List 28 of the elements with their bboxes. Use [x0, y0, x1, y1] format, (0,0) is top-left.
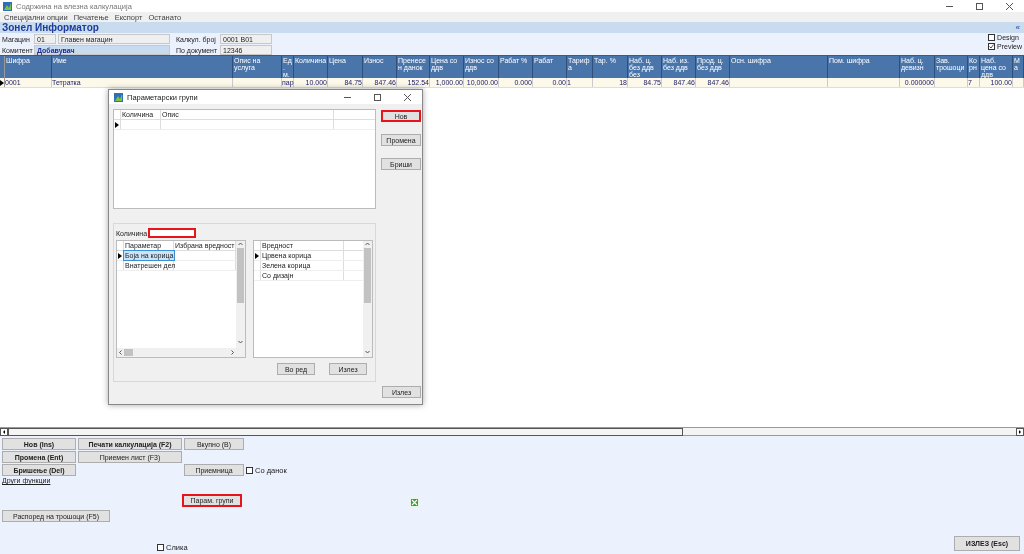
- scrollbar-thumb[interactable]: [237, 248, 244, 303]
- scrollbar-thumb[interactable]: [124, 349, 133, 356]
- app-title: Зонел Информатор: [2, 22, 99, 33]
- maximize-icon[interactable]: [373, 93, 381, 101]
- scroll-left-icon[interactable]: [0, 427, 8, 436]
- checkbox[interactable]: [246, 466, 253, 474]
- collapse-toggle[interactable]: «: [1015, 23, 1020, 32]
- maximize-icon[interactable]: [975, 2, 983, 10]
- row-pointer-icon: [118, 252, 122, 259]
- scroll-right-icon[interactable]: [1016, 427, 1024, 436]
- app-logo-icon: [3, 1, 12, 11]
- row-pointer-icon: [255, 252, 259, 259]
- scrollbar-thumb[interactable]: [8, 427, 683, 436]
- scrollbar-thumb[interactable]: [364, 248, 371, 303]
- row-pointer-icon: [0, 79, 4, 86]
- scroll-right-icon[interactable]: [229, 349, 236, 356]
- quantity-field[interactable]: [148, 228, 197, 238]
- app-logo-icon: [114, 92, 123, 102]
- scroll-left-icon[interactable]: [117, 349, 124, 356]
- checkbox[interactable]: [988, 43, 996, 50]
- minimize-icon[interactable]: [343, 96, 351, 98]
- checkbox[interactable]: [157, 544, 164, 551]
- minimize-icon[interactable]: [945, 5, 953, 7]
- row-pointer-icon: [115, 121, 119, 128]
- spreadsheet-icon[interactable]: [410, 498, 419, 507]
- checkbox[interactable]: [988, 34, 996, 41]
- close-icon[interactable]: [1005, 2, 1013, 10]
- close-icon[interactable]: [403, 93, 411, 101]
